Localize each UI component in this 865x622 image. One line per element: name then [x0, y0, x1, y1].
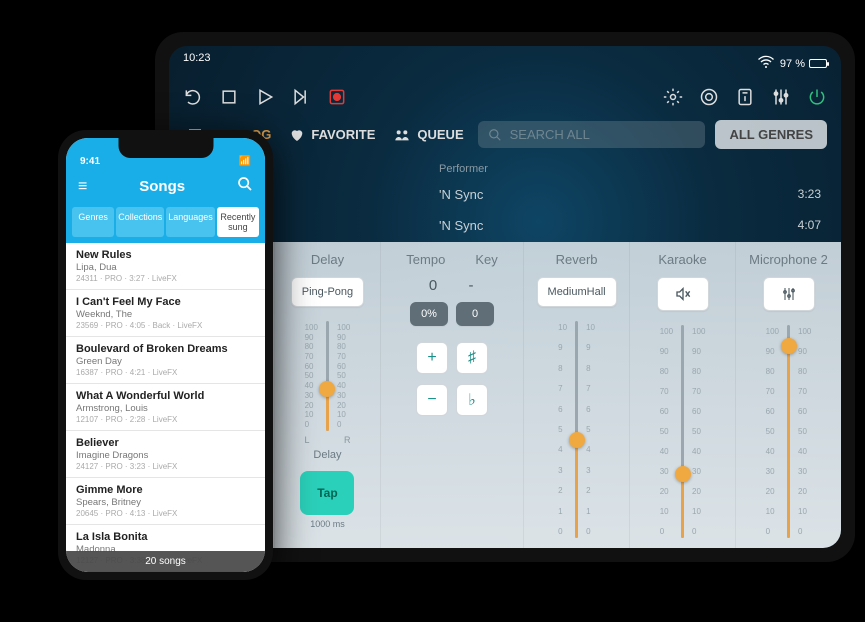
karaoke-mute-button[interactable] [657, 277, 709, 311]
tab-favorite-label: FAVORITE [311, 127, 375, 142]
delay-mode-button[interactable]: Ping-Pong [291, 277, 364, 307]
reverb-slider[interactable]: 109876543210 109876543210 [530, 321, 623, 538]
play-button[interactable] [255, 87, 275, 110]
mixer-karaoke: Karaoke 1009080706050403020100 100908070… [630, 242, 736, 548]
search-placeholder: SEARCH ALL [510, 127, 590, 142]
phone-screen: 9:41 📶 ≡ Songs Genres Collections Langua… [66, 138, 265, 572]
wifi-icon [756, 52, 776, 75]
tempo-down-button[interactable]: − [416, 384, 448, 416]
tab-languages[interactable]: Languages [166, 207, 215, 237]
mixer-reverb-label: Reverb [556, 252, 598, 267]
phone-header: ≡ Songs [66, 170, 265, 207]
playback-toolbar [169, 81, 841, 120]
mixer-key-label: Key [475, 252, 497, 267]
list-item[interactable]: What A Wonderful WorldArmstrong, Louis12… [66, 384, 265, 431]
song-performer: 'N Sync [439, 218, 771, 233]
karaoke-slider[interactable]: 1009080706050403020100 10090807060504030… [636, 325, 729, 538]
mixer-delay-label: Delay [311, 252, 344, 267]
menu-icon[interactable]: ≡ [78, 178, 87, 196]
record-button[interactable] [327, 87, 347, 110]
phone-song-list[interactable]: New RulesLipa, Dua24311 · PRO · 3:27 · L… [66, 243, 265, 572]
list-item[interactable]: New RulesLipa, Dua24311 · PRO · 3:27 · L… [66, 243, 265, 290]
tempo-reset-button[interactable]: 0% [410, 302, 448, 326]
mixer-tempo-key: Tempo Key 0 - 0% 0 + ♯ − ♭ [381, 242, 524, 548]
list-item[interactable]: Boulevard of Broken DreamsGreen Day16387… [66, 337, 265, 384]
restart-button[interactable] [183, 87, 203, 110]
reverb-mode-button[interactable]: MediumHall [537, 277, 617, 307]
tap-ms: 1000 ms [310, 519, 345, 529]
mixer-mic2: Microphone 2 1009080706050403020100 1009… [736, 242, 841, 548]
key-reset-button[interactable]: 0 [456, 302, 494, 326]
delay-sublabel: Delay [313, 449, 341, 461]
song-performer: 'N Sync [439, 187, 771, 202]
key-sharp-button[interactable]: ♯ [456, 342, 488, 374]
phone-tabs: Genres Collections Languages Recently su… [66, 207, 265, 243]
list-item[interactable]: I Can't Feel My FaceWeeknd, The23569 · P… [66, 290, 265, 337]
mixer-icon[interactable] [771, 87, 791, 110]
phone-notch [118, 138, 213, 158]
status-time: 10:23 [183, 52, 211, 75]
battery-pct: 97 % [780, 58, 805, 70]
status-right: 97 % [756, 52, 827, 75]
col-performer: Performer [439, 163, 771, 175]
key-display: - [456, 277, 486, 294]
tab-queue[interactable]: QUEUE [389, 121, 467, 149]
list-item[interactable]: BelieverImagine Dragons24127 · PRO · 3:2… [66, 431, 265, 478]
song-duration: 4:07 [771, 218, 821, 233]
phone-footer: 20 songs [66, 551, 265, 572]
tab-favorite[interactable]: FAVORITE [285, 121, 379, 149]
phone-device: 9:41 📶 ≡ Songs Genres Collections Langua… [58, 130, 273, 580]
delay-slider[interactable]: 1009080706050403020100 10090807060504030… [281, 321, 374, 431]
status-bar: 10:23 97 % [169, 46, 841, 81]
tab-collections[interactable]: Collections [116, 207, 164, 237]
tap-button[interactable]: Tap [300, 471, 354, 515]
mixer-reverb: Reverb MediumHall 109876543210 109876543… [524, 242, 630, 548]
genres-button[interactable]: ALL GENRES [715, 120, 827, 149]
next-button[interactable] [291, 87, 311, 110]
tab-queue-label: QUEUE [417, 127, 463, 142]
phone-signal-icon: 📶 [239, 156, 251, 167]
mixer-tempo-label: Tempo [406, 252, 445, 267]
search-input[interactable]: SEARCH ALL [478, 121, 706, 148]
settings-icon[interactable] [663, 87, 683, 110]
tempo-up-button[interactable]: + [416, 342, 448, 374]
tab-genres[interactable]: Genres [72, 207, 114, 237]
tab-recently-sung[interactable]: Recently sung [217, 207, 259, 237]
mixer-karaoke-label: Karaoke [658, 252, 706, 267]
song-duration: 3:23 [771, 187, 821, 202]
mixer-delay: Delay Ping-Pong 1009080706050403020100 1… [275, 242, 381, 548]
tempo-display: 0 [418, 277, 448, 294]
cast-icon[interactable] [699, 87, 719, 110]
search-icon[interactable] [237, 176, 253, 197]
phone-time: 9:41 [80, 156, 100, 167]
key-flat-button[interactable]: ♭ [456, 384, 488, 416]
phone-title: Songs [139, 178, 185, 195]
stop-button[interactable] [219, 87, 239, 110]
remote-icon[interactable] [735, 87, 755, 110]
mixer-mic2-label: Microphone 2 [749, 252, 828, 267]
mic2-slider[interactable]: 1009080706050403020100 10090807060504030… [742, 325, 835, 538]
battery-icon [809, 59, 827, 68]
power-icon[interactable] [807, 87, 827, 110]
list-item[interactable]: Gimme MoreSpears, Britney20645 · PRO · 4… [66, 478, 265, 525]
mic2-settings-button[interactable] [763, 277, 815, 311]
